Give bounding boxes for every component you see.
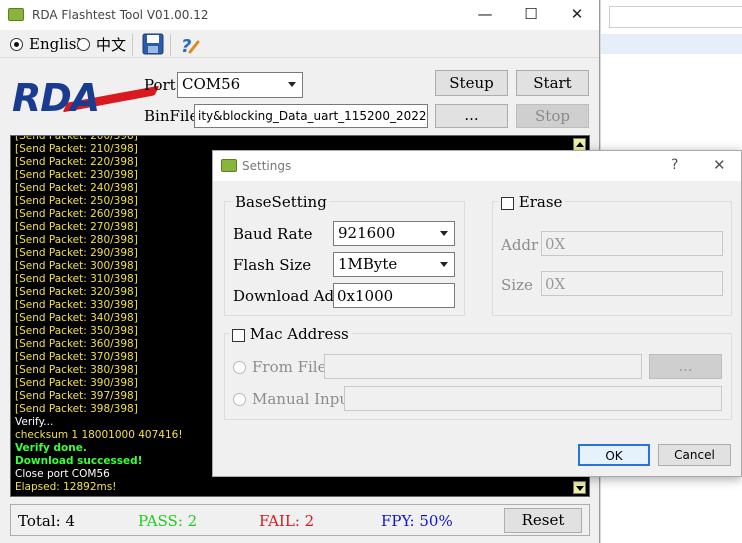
settings-title-bar: Settings ? ✕ [213, 151, 741, 181]
chevron-down-icon [440, 262, 448, 267]
erase-group [492, 201, 732, 316]
from-file-radio[interactable] [233, 361, 246, 374]
chevron-down-icon [440, 231, 448, 236]
log-line: [Send Packet: 220/398] [15, 156, 138, 168]
from-file-input[interactable] [324, 354, 642, 379]
flash-size-value: 1MByte [338, 255, 398, 273]
log-line: [Send Packet: 230/398] [15, 169, 138, 181]
close-button[interactable]: ✕ [554, 0, 600, 30]
log-line: Verify... [15, 416, 54, 428]
minimize-button[interactable]: — [462, 0, 508, 30]
log-line: [Send Packet: 320/398] [15, 286, 138, 298]
log-line: [Send Packet: 200/398] [15, 135, 138, 142]
size-input[interactable]: 0X [541, 271, 723, 296]
baud-rate-value: 921600 [338, 224, 396, 242]
setup-button[interactable]: Steup [435, 70, 508, 96]
maximize-button[interactable]: ☐ [508, 0, 554, 30]
manual-input-label: Manual Input [252, 390, 356, 408]
fpy-value: FPY: 50% [381, 512, 453, 530]
window-title: RDA Flashtest Tool V01.00.12 [32, 8, 209, 22]
mac-address-header: Mac Address [229, 325, 352, 343]
chinese-label: 中文 [96, 36, 127, 54]
log-line: Download successed! [15, 455, 143, 467]
toolbar: English 中文 ? [0, 30, 599, 58]
title-bar: RDA Flashtest Tool V01.00.12 — ☐ ✕ [0, 0, 599, 30]
log-list: [Send Packet: 200/398] [Send Packet: 210/… [15, 135, 215, 494]
pass-count: PASS: 2 [138, 512, 198, 530]
base-setting-label: BaseSetting [233, 193, 329, 211]
log-line: [Send Packet: 310/398] [15, 273, 138, 285]
log-line: checksum 1 18001000 407416! [15, 429, 183, 441]
baud-rate-label: Baud Rate [233, 225, 313, 243]
from-file-browse-button[interactable]: ... [649, 354, 722, 379]
dialog-app-icon [221, 159, 237, 172]
dialog-close-icon[interactable]: ✕ [713, 156, 726, 174]
cancel-button[interactable]: Cancel [658, 444, 731, 466]
total-count: Total: 4 [18, 512, 76, 530]
chevron-down-icon [288, 82, 296, 87]
rda-logo: RDA [12, 79, 160, 117]
erase-checkbox[interactable] [501, 196, 514, 210]
manual-input-radio[interactable] [233, 393, 246, 406]
log-line: [Send Packet: 240/398] [15, 182, 138, 194]
manual-input-field[interactable] [344, 386, 722, 411]
browse-button[interactable]: ... [435, 104, 508, 128]
log-line: [Send Packet: 260/398] [15, 208, 138, 220]
log-line: [Send Packet: 300/398] [15, 260, 138, 272]
flash-size-label: Flash Size [233, 256, 312, 274]
mac-address-label: Mac Address [249, 325, 349, 343]
status-bar: Total: 4 PASS: 2 FAIL: 2 FPY: 50% Reset [10, 504, 590, 536]
baud-rate-select[interactable]: 921600 [333, 221, 455, 246]
toolbar-divider [132, 34, 133, 56]
port-select[interactable]: COM56 [177, 72, 303, 98]
settings-title: Settings [242, 159, 292, 173]
settings-dialog: Settings ? ✕ BaseSetting Baud Rate 92160… [212, 150, 742, 477]
english-radio[interactable] [10, 38, 23, 51]
log-line: [Send Packet: 370/398] [15, 351, 138, 363]
from-file-label: From File [252, 358, 327, 376]
log-line: Close port COM56 [15, 468, 110, 480]
binfile-label: BinFile [144, 107, 199, 125]
flash-size-select[interactable]: 1MByte [333, 252, 455, 277]
log-line: [Send Packet: 210/398] [15, 143, 138, 155]
log-line: [Send Packet: 330/398] [15, 299, 138, 311]
log-line: [Send Packet: 270/398] [15, 221, 138, 233]
addr-input[interactable]: 0X [541, 231, 723, 256]
log-line: [Send Packet: 397/398] [15, 390, 138, 402]
port-label: Port [144, 76, 176, 94]
mac-address-checkbox[interactable] [232, 328, 245, 342]
log-line: [Send Packet: 340/398] [15, 312, 138, 324]
reset-button[interactable]: Reset [504, 508, 582, 533]
binfile-input[interactable]: ity&blocking_Data_uart_115200_20221122.b… [194, 104, 428, 128]
log-line: Elapsed: 12892ms! [15, 481, 117, 493]
erase-label: Erase [518, 193, 563, 211]
fail-count: FAIL: 2 [259, 512, 315, 530]
log-line: [Send Packet: 350/398] [15, 325, 138, 337]
erase-header: Erase [498, 193, 566, 211]
toolbar-divider-2 [170, 34, 171, 56]
log-line: [Send Packet: 398/398] [15, 403, 138, 415]
background-input-bar [609, 6, 742, 28]
port-value: COM56 [182, 75, 241, 93]
log-line: [Send Packet: 280/398] [15, 234, 138, 246]
log-line: [Send Packet: 390/398] [15, 377, 138, 389]
start-button[interactable]: Start [516, 70, 589, 96]
scroll-down-icon[interactable] [573, 481, 586, 494]
stop-button[interactable]: Stop [516, 104, 589, 128]
help-question-icon[interactable]: ? [671, 157, 678, 173]
ok-button[interactable]: OK [578, 444, 650, 466]
log-line: [Send Packet: 380/398] [15, 364, 138, 376]
size-label: Size [501, 276, 533, 294]
log-line: [Send Packet: 360/398] [15, 338, 138, 350]
addr-label: Addr [501, 236, 539, 254]
chinese-radio[interactable] [77, 38, 90, 51]
help-icon[interactable]: ? [178, 34, 200, 56]
background-selected-row [601, 34, 742, 54]
download-addr-input[interactable]: 0x1000 [333, 283, 455, 308]
log-line: Verify done. [15, 442, 87, 454]
app-icon [8, 8, 24, 21]
log-line: [Send Packet: 290/398] [15, 247, 138, 259]
save-icon[interactable] [142, 33, 164, 55]
log-line: [Send Packet: 250/398] [15, 195, 138, 207]
